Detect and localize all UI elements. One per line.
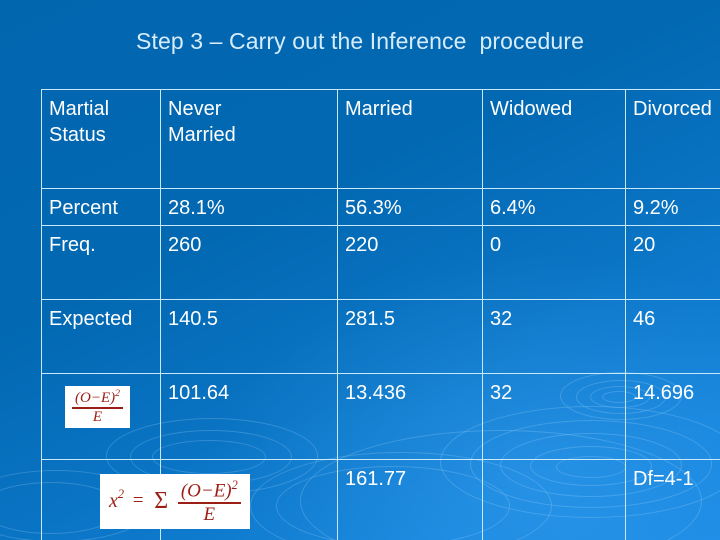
cell-chi-term-divorced: 14.696 [625,373,720,461]
chi-term-denominator: E [72,407,123,425]
cell-expected-never-married: 140.5 [160,299,338,375]
table-header-widowed: Widowed [482,89,626,189]
inference-table-wrapper: Martial Status Never Married Married Wid… [41,89,720,540]
chi-total-variable: x [109,489,118,512]
chi-total-variable-exponent: 2 [117,487,125,502]
cell-chi-term-never-married: 101.64 [160,373,338,461]
cell-percent-never-married: 28.1% [160,187,338,227]
table-header-never-married: Never Married [160,89,338,189]
table-row-header: Martial Status Never Married Married Wid… [41,89,720,189]
table-header-divorced: Divorced [625,89,720,189]
row-label-chi-term-formula: (O−E)2 E [41,373,161,461]
cell-percent-married: 56.3% [337,187,483,227]
slide-canvas: Step 3 – Carry out the Inference procedu… [0,0,720,540]
table-row-expected: Expected 140.5 281.5 32 46 [41,299,720,375]
chi-term-formula-image: (O−E)2 E [65,386,130,429]
cell-freq-never-married: 260 [160,225,338,301]
table-row-frequency: Freq. 260 220 0 20 [41,225,720,301]
cell-freq-divorced: 20 [625,225,720,301]
cell-freq-married: 220 [337,225,483,301]
cell-freq-widowed: 0 [482,225,626,301]
chi-total-sigma: Σ [154,487,169,514]
chi-total-denominator: E [177,501,241,524]
chi-term-numerator-exponent: 2 [115,388,120,400]
row-label-freq: Freq. [41,225,161,301]
table-row-chi-total: x2 = Σ (O−E)2 E 161.77 Df=4-1 [41,459,720,540]
table-row-chi-term: (O−E)2 E 101.64 13.436 32 14.696 [41,373,720,461]
table-header-married: Married [337,89,483,189]
cell-expected-widowed: 32 [482,299,626,375]
cell-expected-divorced: 46 [625,299,720,375]
table-header-martial-status: Martial Status [41,89,161,189]
inference-table: Martial Status Never Married Married Wid… [41,89,720,540]
row-label-chi-total-formula: x2 = Σ (O−E)2 E [41,459,250,540]
table-row-percent: Percent 28.1% 56.3% 6.4% 9.2% [41,187,720,227]
chi-total-numerator-exponent: 2 [231,478,238,493]
cell-percent-widowed: 6.4% [482,187,626,227]
cell-percent-divorced: 9.2% [625,187,720,227]
page-title: Step 3 – Carry out the Inference procedu… [136,28,584,54]
chi-term-numerator: (O−E) [75,390,116,407]
chi-total-numerator: (O−E) [180,480,232,502]
row-label-expected: Expected [41,299,161,375]
cell-chi-term-married: 13.436 [337,373,483,461]
cell-chi-total-widowed [482,459,626,540]
cell-expected-married: 281.5 [337,299,483,375]
chi-total-formula-image: x2 = Σ (O−E)2 E [100,474,250,529]
cell-degrees-of-freedom: Df=4-1 [625,459,720,540]
cell-chi-total-value: 161.77 [337,459,483,540]
cell-chi-term-widowed: 32 [482,373,626,461]
row-label-percent: Percent [41,187,161,227]
chi-total-equals: = [132,489,144,511]
